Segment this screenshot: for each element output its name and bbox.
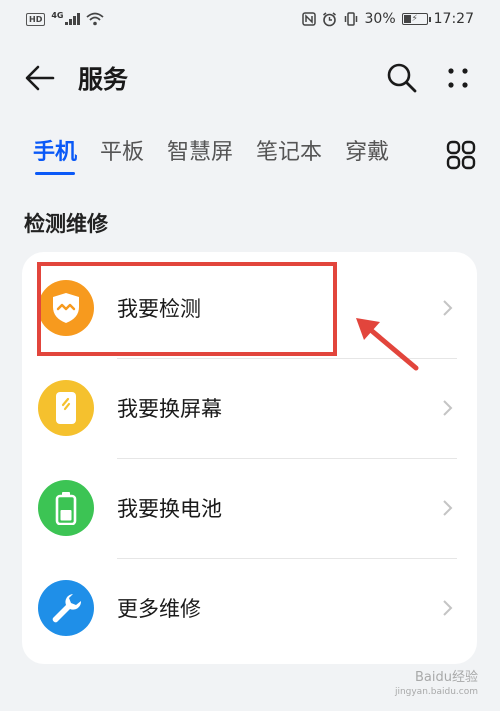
list-item-more-repair[interactable]: 更多维修 — [22, 558, 477, 658]
repair-card: 我要检测 我要换屏幕 我要换电池 更多维修 — [22, 252, 477, 664]
all-categories-icon[interactable] — [446, 140, 476, 170]
wrench-icon — [52, 594, 82, 623]
chevron-right-icon — [443, 600, 453, 616]
back-button[interactable] — [24, 62, 56, 94]
tab-smart-screen[interactable]: 智慧屏 — [167, 134, 233, 166]
item-icon-bg — [38, 380, 94, 436]
tab-fade — [402, 134, 448, 174]
phone-screen-icon — [56, 392, 76, 424]
nfc-icon — [301, 12, 316, 26]
page-title: 服务 — [78, 65, 129, 94]
item-icon-bg — [38, 480, 94, 536]
back-arrow-icon — [25, 65, 55, 91]
status-bar: HD 4G 30% ⚡ 17:27 — [0, 0, 500, 38]
item-icon-bg — [38, 580, 94, 636]
wifi-icon — [86, 12, 104, 26]
tab-laptop[interactable]: 笔记本 — [256, 134, 322, 166]
shield-icon — [53, 293, 79, 323]
list-item-detect[interactable]: 我要检测 — [22, 258, 477, 358]
vibrate-icon — [344, 12, 357, 26]
item-label: 我要换电池 — [117, 497, 222, 521]
tab-wearable[interactable]: 穿戴 — [345, 134, 389, 166]
chevron-right-icon — [443, 400, 453, 416]
category-tabs: 手机 平板 智慧屏 笔记本 穿戴 — [0, 134, 500, 182]
battery-icon: ⚡ — [401, 13, 431, 25]
network-type: 4G — [51, 10, 64, 20]
chevron-right-icon — [443, 300, 453, 316]
next-section-title-cutoff — [24, 698, 45, 711]
watermark-sub: jingyan.baidu.com — [394, 687, 478, 697]
tab-phone[interactable]: 手机 — [33, 134, 77, 175]
list-item-replace-screen[interactable]: 我要换屏幕 — [22, 358, 477, 458]
item-label: 更多维修 — [117, 597, 201, 621]
list-item-replace-battery[interactable]: 我要换电池 — [22, 458, 477, 558]
app-header: 服务 — [0, 50, 500, 106]
more-button[interactable] — [440, 60, 476, 96]
watermark-text: Baidu经验 — [415, 670, 478, 685]
search-button[interactable] — [384, 60, 420, 96]
status-left: HD 4G — [26, 10, 104, 26]
battery-percent: 30% — [364, 11, 396, 27]
search-icon — [387, 63, 417, 93]
chevron-right-icon — [443, 500, 453, 516]
charging-icon: ⚡ — [411, 14, 418, 24]
battery-icon — [55, 492, 77, 525]
alarm-icon — [322, 11, 336, 26]
item-label: 我要检测 — [117, 297, 201, 321]
tab-tablet[interactable]: 平板 — [100, 134, 144, 166]
clock: 17:27 — [433, 11, 474, 27]
status-right: 30% ⚡ 17:27 — [301, 11, 474, 27]
more-dots-icon — [448, 68, 468, 88]
watermark: Baidu经验 jingyan.baidu.com — [395, 671, 478, 699]
item-icon-bg — [38, 280, 94, 336]
item-label: 我要换屏幕 — [117, 397, 222, 421]
battery-fill — [403, 15, 411, 23]
hd-badge: HD — [26, 12, 46, 26]
signal-icon — [65, 13, 80, 25]
section-title: 检测维修 — [24, 212, 108, 236]
